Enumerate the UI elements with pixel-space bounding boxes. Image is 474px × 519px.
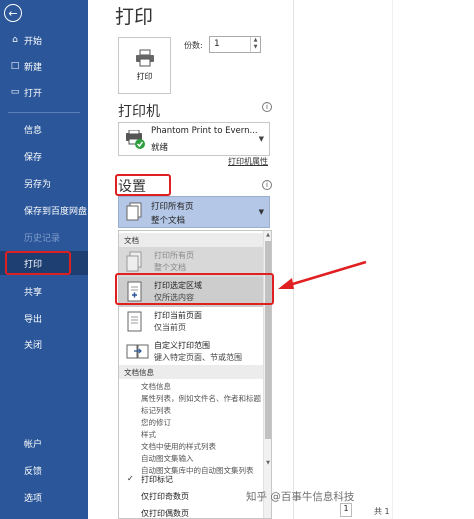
sidebar-item-feedback[interactable]: 反馈 — [0, 458, 88, 482]
printer-status: 就绪 — [151, 143, 169, 153]
page-count: 共 1 — [374, 507, 390, 516]
sidebar-item-label: 打开 — [24, 88, 43, 99]
sidebar-item-export[interactable]: 导出 — [0, 306, 88, 330]
option-odd-pages[interactable]: 仅打印奇数页 — [141, 491, 189, 502]
sidebar-item-save[interactable]: 保存 — [0, 144, 88, 168]
printer-select[interactable]: Phantom Print to Evern... 就绪 ▼ — [118, 122, 270, 156]
sidebar-item-label: 导出 — [24, 314, 43, 325]
sidebar-item-share[interactable]: 共享 — [0, 279, 88, 303]
option-print-current-page[interactable]: 打印当前页面 仅当前页 — [119, 307, 264, 337]
sidebar-item-label: 关闭 — [24, 340, 43, 351]
info-icon[interactable]: i — [262, 180, 272, 190]
page-title: 打印 — [115, 6, 154, 28]
printer-status-icon — [126, 130, 145, 149]
info-item[interactable]: 文档信息 — [141, 381, 171, 392]
option-subtitle: 仅当前页 — [154, 323, 186, 332]
option-subtitle: 键入特定页面、节或范围 — [154, 353, 242, 362]
sidebar-item-new[interactable]: □ 新建 — [0, 54, 88, 78]
option-custom-range[interactable]: 自定义打印范围 键入特定页面、节或范围 — [119, 337, 264, 367]
info-item[interactable]: 您的修订 — [141, 417, 171, 428]
custom-range-icon — [126, 344, 149, 359]
print-button-label: 打印 — [136, 72, 153, 81]
sidebar-item-label: 保存到百度网盘 — [24, 206, 88, 217]
group-header-document-info: 文档信息 — [119, 365, 264, 379]
print-range-select[interactable]: 打印所有页 整个文档 ▼ — [118, 196, 270, 228]
sidebar-item-open[interactable]: ▭ 打开 — [0, 80, 88, 104]
sidebar-divider — [8, 112, 80, 113]
scroll-down-icon[interactable]: ▼ — [264, 460, 271, 466]
open-folder-icon: ▭ — [10, 87, 20, 97]
new-doc-icon: □ — [10, 61, 20, 71]
pages-icon — [126, 251, 142, 272]
current-page-icon — [127, 311, 142, 332]
sidebar-item-label: 反馈 — [24, 466, 43, 477]
printer-name: Phantom Print to Evern... — [151, 126, 258, 136]
pages-icon — [126, 202, 142, 221]
print-nav-highlight — [5, 251, 71, 275]
info-item[interactable]: 文档中使用的样式列表 — [141, 441, 216, 452]
sidebar-item-label: 开始 — [24, 36, 43, 47]
group-header-document: 文档 — [119, 233, 264, 247]
option-title: 打印当前页面 — [154, 311, 202, 320]
info-item[interactable]: 自动图文集输入 — [141, 453, 194, 464]
home-icon: ⌂ — [12, 35, 18, 45]
sidebar-item-options[interactable]: 选项 — [0, 485, 88, 509]
printer-icon — [135, 49, 154, 67]
info-item[interactable]: 标记列表 — [141, 405, 171, 416]
option-subtitle: 整个文档 — [154, 263, 186, 272]
sidebar-item-label: 新建 — [24, 62, 43, 73]
info-icon[interactable]: i — [262, 102, 272, 112]
watermark-text: 知乎 @百事牛信息科技 — [246, 491, 355, 503]
printer-heading: 打印机 — [118, 104, 160, 120]
preview-page-edge — [392, 0, 393, 519]
sidebar-item-label: 共享 — [24, 287, 43, 298]
chevron-down-icon: ▼ — [258, 135, 264, 143]
copies-value: 1 — [214, 39, 220, 49]
sidebar-item-history: 历史记录 — [0, 225, 88, 249]
scroll-up-icon[interactable]: ▲ — [264, 232, 271, 238]
settings-highlight — [115, 174, 171, 196]
sidebar-item-label: 历史记录 — [24, 233, 61, 244]
print-range-line2: 整个文档 — [151, 216, 186, 226]
copies-label: 份数: — [184, 41, 203, 50]
sidebar-item-save-as[interactable]: 另存为 — [0, 171, 88, 195]
sidebar-item-info[interactable]: 信息 — [0, 117, 88, 141]
sidebar-item-account[interactable]: 帐户 — [0, 431, 88, 455]
page-number-input[interactable]: 1 — [340, 503, 352, 517]
print-range-line1: 打印所有页 — [151, 202, 194, 212]
sidebar-item-home[interactable]: ⌂ 开始 — [0, 28, 88, 52]
sidebar-item-close[interactable]: 关闭 — [0, 332, 88, 356]
copies-stepper-icon[interactable]: ▲ ▼ — [250, 37, 260, 52]
sidebar-item-label: 另存为 — [24, 179, 52, 190]
option-even-pages[interactable]: 仅打印偶数页 — [141, 508, 189, 518]
chevron-down-icon: ▼ — [258, 208, 264, 216]
sidebar-item-label: 选项 — [24, 493, 43, 504]
red-arrow-icon — [278, 260, 367, 289]
option-title: 自定义打印范围 — [154, 341, 210, 350]
copies-input[interactable]: 1 ▲ ▼ — [209, 36, 261, 53]
sidebar-item-label: 保存 — [24, 152, 43, 163]
back-arrow-icon[interactable]: ← — [4, 4, 22, 22]
checkmark-icon: ✓ — [127, 474, 134, 483]
sidebar-item-save-baidu[interactable]: 保存到百度网盘 — [0, 198, 88, 222]
printer-properties-link[interactable]: 打印机属性 — [228, 156, 268, 167]
info-item[interactable]: 样式 — [141, 429, 156, 440]
sidebar-item-label: 信息 — [24, 125, 43, 136]
sidebar-item-label: 帐户 — [24, 439, 43, 450]
print-button[interactable]: 打印 — [118, 37, 171, 94]
info-item[interactable]: 属性列表，例如文件名、作者和标题 — [141, 393, 261, 404]
option-print-markup[interactable]: 打印标记 — [141, 474, 173, 485]
